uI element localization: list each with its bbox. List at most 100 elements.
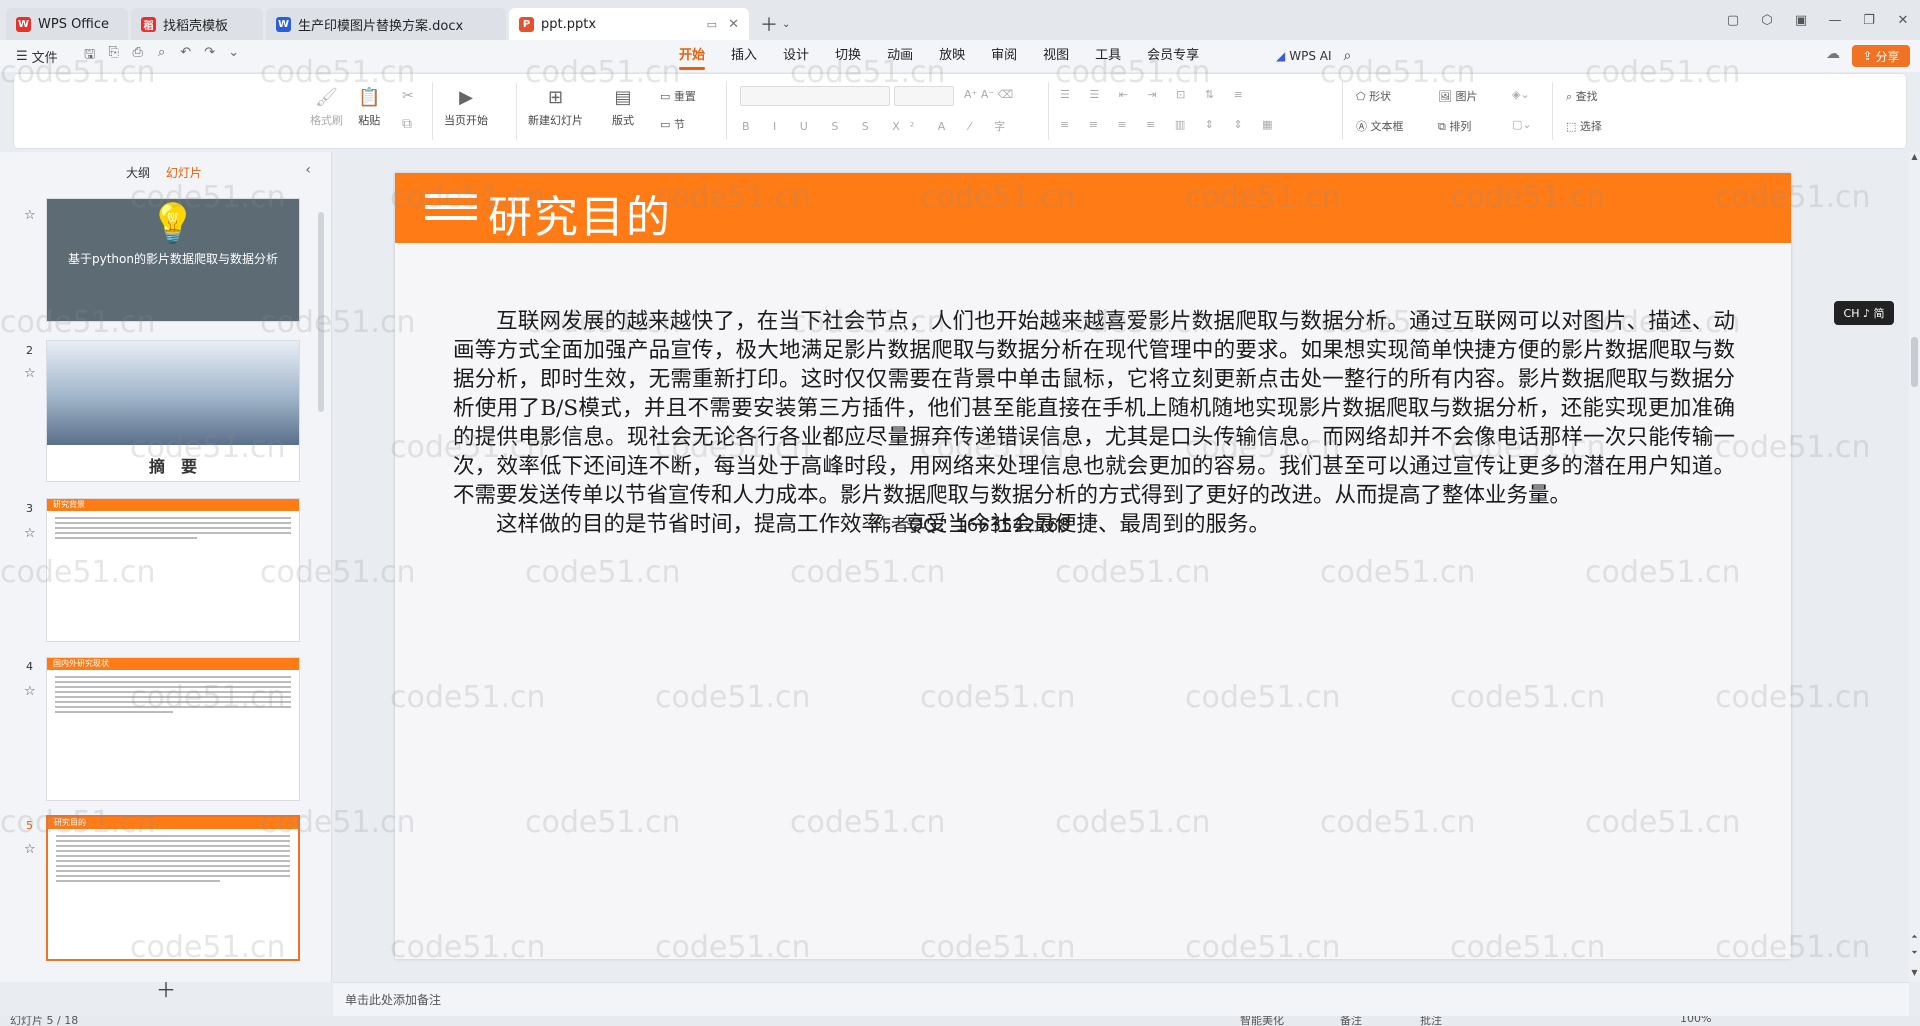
slide-thumb-5[interactable]: 研究目的 — [46, 815, 300, 961]
menu-home[interactable]: 开始 — [679, 40, 706, 72]
picture-button[interactable]: 🖼 图片 — [1438, 88, 1477, 104]
file-menu[interactable]: ☰ 文件 — [16, 47, 58, 66]
scroll-down-icon[interactable]: ▼ — [1909, 968, 1920, 977]
slide-title[interactable]: 研究目的 — [488, 181, 672, 245]
shape-button[interactable]: ⬠ 形状 — [1356, 88, 1391, 104]
avatar[interactable]: ▣ — [1784, 13, 1818, 28]
section-button[interactable]: ▭ 节 — [660, 116, 685, 132]
slide-number: 5 — [26, 819, 33, 832]
monitor-icon[interactable]: ▭ — [707, 18, 717, 31]
paragraph-align-icons[interactable]: ≡ ≡ ≡ ≡ ▥ ⇕ ⇕ ▦ — [1060, 118, 1281, 131]
font-grow-icon[interactable]: A⁺ A⁻ ⌫ — [964, 88, 1013, 101]
menu-view[interactable]: 视图 — [1043, 40, 1069, 72]
ime-indicator[interactable]: CH ♪ 简 — [1834, 301, 1894, 325]
current-slide[interactable]: 研究目的 互联网发展的越来越快了，在当下社会节点，人们也开始越来越喜爱影片数据爬… — [395, 173, 1791, 959]
font-size-select[interactable] — [894, 86, 954, 106]
restore-icon[interactable]: ❐ — [1852, 13, 1886, 28]
minimize-icon[interactable]: — — [1818, 13, 1852, 28]
slide3-title: 研究背景 — [47, 499, 299, 511]
font-family-select[interactable] — [740, 86, 890, 106]
menu-tools[interactable]: 工具 — [1095, 40, 1121, 72]
smart-beautify-button[interactable]: 智能美化 — [1240, 1016, 1284, 1026]
print-preview-icon[interactable]: ⌕ — [150, 45, 174, 67]
menu-review[interactable]: 审阅 — [991, 40, 1017, 72]
scroll-thumb[interactable] — [1911, 337, 1918, 387]
collapse-panel-icon[interactable]: ‹ — [305, 162, 311, 178]
cube-icon[interactable]: ⬡ — [1750, 13, 1784, 28]
new-tab-button[interactable]: ＋ ⌄ — [752, 8, 798, 40]
cut-icon[interactable]: ✂ — [402, 88, 414, 104]
slide-number: 3 — [26, 502, 33, 515]
format-painter-icon: 🖌 — [315, 87, 338, 108]
star-icon[interactable]: ☆ — [24, 684, 36, 699]
notes-toggle[interactable]: 备注 — [1340, 1016, 1362, 1026]
font-style-icons[interactable]: B I U S S X² A ⁄ 字 — [742, 118, 1015, 134]
slide-thumb-2[interactable]: 摘 要 — [46, 340, 300, 482]
prev-slide-icon[interactable]: ⏶ — [1909, 932, 1920, 942]
find-button[interactable]: ⌕ 查找 — [1566, 88, 1598, 104]
shape-icon: ⬠ — [1356, 90, 1370, 103]
ribbon-divider — [1342, 82, 1343, 140]
slide-body-text[interactable]: 互联网发展的越来越快了，在当下社会节点，人们也开始越来越喜爱影片数据爬取与数据分… — [453, 307, 1735, 539]
menu-slideshow[interactable]: 放映 — [939, 40, 965, 72]
canvas-scrollbar[interactable]: ▲ ⏶ ⏷ ▼ — [1909, 152, 1920, 982]
slide-thumb-3[interactable]: 研究背景 — [46, 498, 300, 642]
menu-design[interactable]: 设计 — [783, 40, 809, 72]
select-button[interactable]: ⬚ 选择 — [1566, 118, 1602, 134]
export-icon[interactable]: ⎘ — [102, 45, 126, 67]
notes-area[interactable]: 单击此处添加备注 — [333, 982, 1909, 1016]
tab-label: 找稻壳模板 — [163, 18, 229, 34]
more-chevron-icon[interactable]: ⌄ — [222, 45, 246, 67]
landscape-image — [47, 341, 299, 445]
slide-thumb-1[interactable]: 💡 基于python的影片数据爬取与数据分析 — [46, 198, 300, 322]
next-slide-icon[interactable]: ⏷ — [1909, 948, 1920, 958]
layout-icon[interactable]: ▢ — [1716, 13, 1750, 28]
menu-member[interactable]: 会员专享 — [1147, 40, 1199, 72]
play-from-current-button[interactable]: ▶ 当页开始 — [444, 84, 488, 128]
author-overlay-text: 作者QQ：1663542768 — [873, 515, 1070, 536]
paste-button[interactable]: 📋 粘贴 — [358, 84, 380, 128]
tab-wps-office[interactable]: W WPS Office — [6, 8, 128, 40]
reset-button[interactable]: ▭ 重置 — [660, 88, 696, 104]
outline-color-icon[interactable]: ▢⌄ — [1512, 118, 1532, 131]
slide-counter: 幻灯片 5 / 18 — [10, 1016, 79, 1026]
copy-icon[interactable]: ⧉ — [402, 116, 412, 132]
cloud-sync-icon[interactable]: ☁ — [1826, 46, 1840, 62]
close-window-icon[interactable]: ✕ — [1886, 13, 1920, 28]
menu-transition[interactable]: 切换 — [835, 40, 861, 72]
new-slide-button[interactable]: ⊞ 新建幻灯片 — [528, 84, 583, 128]
section-label: 节 — [673, 118, 685, 131]
layout-button[interactable]: ▤ 版式 — [612, 84, 634, 128]
close-tab-icon[interactable]: ✕ — [728, 17, 739, 32]
tab-slides[interactable]: 幻灯片 — [166, 166, 202, 180]
textbox-button[interactable]: Ⓐ 文本框 — [1356, 118, 1404, 134]
format-painter-button[interactable]: 🖌 格式刷 — [310, 84, 343, 128]
star-icon[interactable]: ☆ — [24, 366, 36, 381]
save-icon[interactable]: 🖫 — [78, 45, 102, 67]
tab-pptx[interactable]: P ppt.pptx ▭ ✕ — [509, 8, 749, 40]
menu-insert[interactable]: 插入 — [731, 40, 757, 72]
search-icon[interactable]: ⌕ — [1344, 48, 1352, 64]
tab-docx[interactable]: W 生产印模图片替换方案.docx — [266, 8, 506, 40]
add-slide-icon[interactable]: ＋ — [156, 974, 176, 1003]
star-icon[interactable]: ☆ — [24, 208, 36, 223]
share-button[interactable]: ⇪ 分享 — [1852, 45, 1910, 67]
comments-toggle[interactable]: 批注 — [1420, 1016, 1442, 1026]
star-icon[interactable]: ☆ — [24, 842, 36, 857]
wps-ai-button[interactable]: ◢ WPS AI ⌕ — [1276, 40, 1351, 72]
menu-animation[interactable]: 动画 — [887, 40, 913, 72]
find-label: 查找 — [1575, 90, 1598, 103]
tab-docer-templates[interactable]: 稻 找稻壳模板 — [131, 8, 263, 40]
undo-icon[interactable]: ↶ — [174, 45, 198, 67]
print-icon[interactable]: ⎙ — [126, 45, 150, 67]
zoom-level[interactable]: 100% — [1680, 1016, 1711, 1025]
panel-scrollbar[interactable] — [318, 212, 324, 412]
tab-outline[interactable]: 大纲 — [126, 166, 150, 180]
redo-icon[interactable]: ↷ — [198, 45, 222, 67]
scroll-up-icon[interactable]: ▲ — [1909, 152, 1920, 161]
star-icon[interactable]: ☆ — [24, 526, 36, 541]
slide-thumb-4[interactable]: 国内外研究现状 — [46, 657, 300, 801]
fill-color-icon[interactable]: ◈⌄ — [1512, 88, 1530, 101]
arrange-button[interactable]: ⧉ 排列 — [1438, 118, 1471, 134]
list-format-icons[interactable]: ☰ ☰ ⇤ ⇥ ⊡ ⇅ ≡ — [1060, 88, 1251, 101]
